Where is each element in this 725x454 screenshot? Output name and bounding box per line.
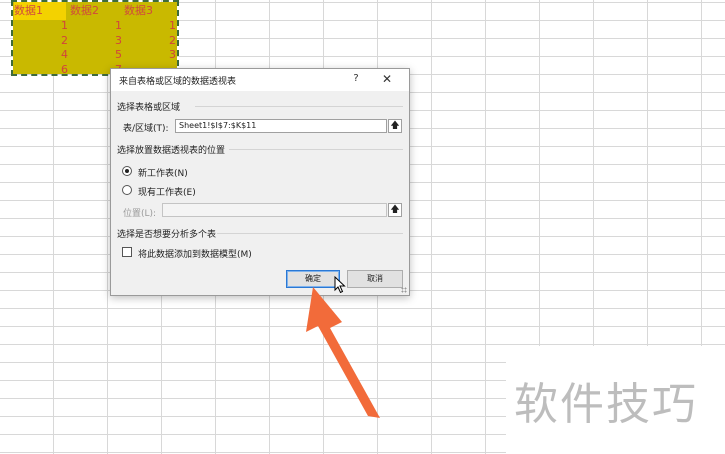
watermark-text: 软件技巧	[514, 379, 698, 430]
